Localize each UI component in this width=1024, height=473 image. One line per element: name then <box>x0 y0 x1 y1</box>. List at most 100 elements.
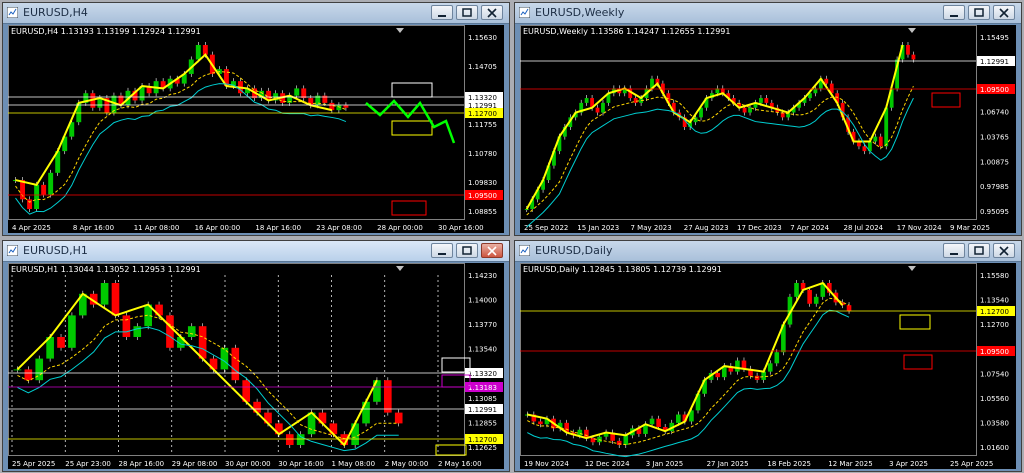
maximize-button[interactable] <box>456 5 478 20</box>
bull-candle <box>813 296 819 304</box>
window-daily[interactable]: EURUSD,Daily 1.15580 1.13540 1.12700 1.0950… <box>514 240 1022 472</box>
bull-candle <box>759 98 763 103</box>
chart-icon <box>519 245 530 256</box>
y-tick-label: 1.03580 <box>980 419 1009 427</box>
y-tick-label: 1.08855 <box>468 208 497 216</box>
y-tick-label: 1.13540 <box>468 346 497 354</box>
window-weekly[interactable]: EURUSD,Weekly 1.154951.129911.095051.067… <box>514 2 1022 236</box>
maximize-button[interactable] <box>968 5 990 20</box>
price-chart[interactable]: 1.154951.129911.095051.067401.037651.008… <box>520 25 1016 233</box>
x-tick-label: 3 Apr 2025 <box>889 460 928 468</box>
y-tick-label: 1.10780 <box>468 150 497 158</box>
bear-candle <box>807 289 812 304</box>
bear-candle <box>656 418 661 427</box>
bear-candle <box>764 98 769 103</box>
chart-area[interactable]: 1.15580 1.13540 1.12700 1.09500 1.07540 1.055… <box>520 263 1016 469</box>
scroll-marker <box>908 266 916 271</box>
price-chart[interactable]: 1.156301.147051.137051.117551.107801.098… <box>8 25 504 233</box>
y-tick-label: 0.95095 <box>980 208 1009 216</box>
price-chart[interactable]: 1.14230 1.14000 1.13770 1.13540 1.13320 1.130… <box>8 263 504 469</box>
bear-candle <box>41 184 47 195</box>
scroll-marker <box>396 28 404 33</box>
target-box <box>391 200 427 216</box>
chart-info: EURUSD,Weekly 1.13586 1.14247 1.12655 1.… <box>523 27 731 36</box>
chart-icon <box>7 7 18 18</box>
x-tick-label: 1 May 08:00 <box>332 460 376 468</box>
x-tick-label: 2 May 00:00 <box>385 460 429 468</box>
bear-candle <box>231 347 240 381</box>
y-tick-label: 1.13085 <box>468 395 497 403</box>
price-tag-label: 1.12991 <box>468 406 497 414</box>
bull-candle <box>735 360 740 372</box>
bear-candle <box>862 146 867 152</box>
bull-candle <box>761 371 766 380</box>
close-button[interactable] <box>993 243 1015 258</box>
x-tick-label: 23 Apr 08:00 <box>316 224 362 232</box>
bear-candle <box>715 373 721 378</box>
window-h4[interactable]: EURUSD,H4 1.156301.147051.137051.117551.… <box>2 2 510 236</box>
titlebar-weekly[interactable]: EURUSD,Weekly <box>515 3 1021 24</box>
bull-candle <box>601 102 605 113</box>
price-tag-label: 1.12700 <box>980 308 1009 316</box>
bear-candle <box>824 78 829 84</box>
y-tick-label: 1.12625 <box>468 444 497 452</box>
y-tick-label: 1.15630 <box>468 34 497 42</box>
x-tick-label: 30 Apr 16:00 <box>438 224 484 232</box>
close-button[interactable] <box>481 5 503 20</box>
bear-candle <box>166 315 174 348</box>
y-tick-label: 1.06740 <box>980 109 1009 117</box>
y-tick-label: 1.13540 <box>980 297 1009 305</box>
close-button[interactable] <box>481 243 503 258</box>
window-h1[interactable]: EURUSD,H1 1.14230 1.14000 1.13770 1.13540 1.… <box>2 240 510 472</box>
bear-candle <box>198 326 207 359</box>
forecast-path <box>365 99 456 144</box>
titlebar-daily[interactable]: EURUSD,Daily <box>515 241 1021 262</box>
chart-icon <box>7 245 18 256</box>
minimize-button[interactable] <box>943 243 965 258</box>
minimize-button[interactable] <box>431 243 453 258</box>
close-button[interactable] <box>993 5 1015 20</box>
titlebar-h1[interactable]: EURUSD,H1 <box>3 241 509 262</box>
y-tick-label: 1.14000 <box>468 297 497 305</box>
bear-candle <box>57 337 65 348</box>
y-tick-label: 1.12700 <box>980 321 1009 329</box>
bull-candle <box>884 107 889 147</box>
chart-area[interactable]: 1.156301.147051.137051.117551.107801.098… <box>8 25 504 233</box>
x-tick-label: 8 Apr 16:00 <box>73 224 114 232</box>
minimize-button[interactable] <box>943 5 965 20</box>
price-tag-label: 1.09500 <box>980 86 1009 94</box>
maximize-button[interactable] <box>968 243 990 258</box>
minimize-button[interactable] <box>431 5 453 20</box>
target-box <box>931 92 961 108</box>
x-tick-label: 30 Apr 00:00 <box>225 460 271 468</box>
price-chart[interactable]: 1.15580 1.13540 1.12700 1.09500 1.07540 1.055… <box>520 263 1016 469</box>
price-tag-label: 1.09500 <box>980 348 1009 356</box>
maximize-button[interactable] <box>456 243 478 258</box>
x-tick-label: 16 Apr 00:00 <box>195 224 241 232</box>
y-tick-label: 1.07540 <box>980 370 1009 378</box>
price-tag-label: 1.09500 <box>468 192 497 200</box>
moving-average <box>526 85 914 216</box>
titlebar-h4[interactable]: EURUSD,H4 <box>3 3 509 24</box>
x-tick-label: 12 Dec 2024 <box>585 460 630 468</box>
price-tag-label: 1.12700 <box>468 110 497 118</box>
x-tick-label: 2 May 16:00 <box>438 460 482 468</box>
chart-area[interactable]: 1.14230 1.14000 1.13770 1.13540 1.13320 1.130… <box>8 263 504 469</box>
bull-candle <box>296 434 305 445</box>
x-tick-label: 28 Apr 16:00 <box>119 460 165 468</box>
x-tick-label: 18 Apr 16:00 <box>255 224 301 232</box>
zigzag-line <box>15 53 333 187</box>
x-tick-label: 15 Jan 2023 <box>577 224 619 232</box>
bull-candle <box>577 429 583 436</box>
price-tag-label: 1.13320 <box>468 370 497 378</box>
x-tick-label: 7 May 2023 <box>631 224 672 232</box>
chart-info: EURUSD,H4 1.13193 1.13199 1.12924 1.1299… <box>11 27 201 36</box>
x-tick-label: 25 Sep 2022 <box>524 224 568 232</box>
bull-candle <box>794 283 799 297</box>
y-tick-label: 1.00875 <box>980 158 1009 166</box>
chart-area[interactable]: 1.154951.129911.095051.067401.037651.008… <box>520 25 1016 233</box>
y-tick-label: 1.14230 <box>468 272 497 280</box>
bear-candle <box>906 45 910 55</box>
y-tick-label: 1.14705 <box>468 63 497 71</box>
x-tick-label: 12 Mar 2025 <box>828 460 872 468</box>
